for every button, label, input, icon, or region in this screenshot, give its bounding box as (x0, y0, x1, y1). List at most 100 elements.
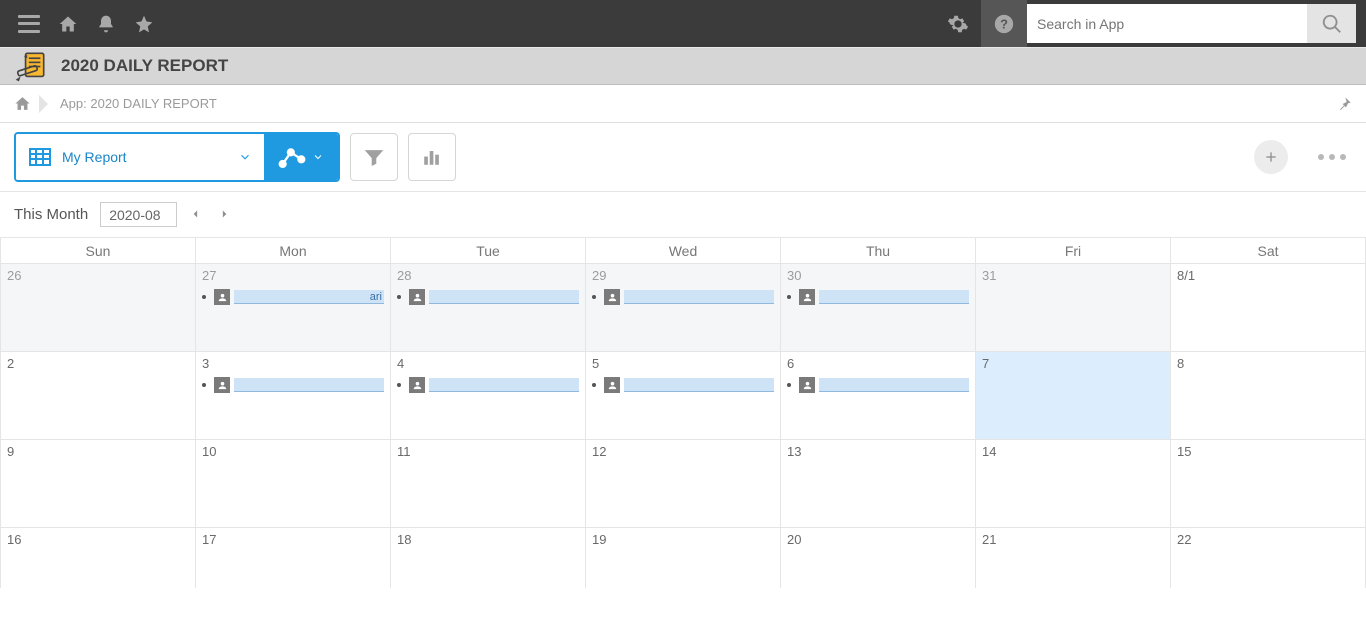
event-strip: ari (234, 290, 384, 304)
arrow-left-icon (189, 207, 203, 221)
pin-icon[interactable] (1336, 96, 1352, 112)
calendar-cell[interactable]: 20 (781, 528, 976, 588)
next-month-button[interactable] (217, 207, 233, 223)
person-icon (409, 289, 425, 305)
calendar-cell[interactable]: 15 (1171, 440, 1366, 528)
graph-icon (278, 143, 306, 171)
calendar-day-number: 14 (982, 444, 1164, 459)
home-icon[interactable] (58, 14, 78, 34)
breadcrumb-label: App: 2020 DAILY REPORT (60, 96, 217, 111)
calendar-cell[interactable]: 4 (391, 352, 586, 440)
help-button[interactable]: ? (981, 0, 1027, 47)
calendar-day-number: 15 (1177, 444, 1359, 459)
calendar-cell[interactable]: 10 (196, 440, 391, 528)
dot-icon (1318, 154, 1324, 160)
gear-icon (947, 13, 969, 35)
calendar-day-number: 2 (7, 356, 189, 371)
calendar-cell[interactable]: 8/1 (1171, 264, 1366, 352)
calendar-day-number: 20 (787, 532, 969, 547)
calendar-row: 2345678 (0, 352, 1366, 440)
calendar-cell[interactable]: 26 (0, 264, 196, 352)
calendar-cell[interactable]: 6 (781, 352, 976, 440)
calendar-row: 26 27 ari 28 293031 8/1 (0, 264, 1366, 352)
calendar-event[interactable] (592, 377, 774, 393)
view-label: My Report (62, 149, 228, 165)
calendar-cell[interactable]: 13 (781, 440, 976, 528)
calendar-cell[interactable]: 7 (976, 352, 1171, 440)
calendar-event[interactable] (202, 377, 384, 393)
calendar-cell[interactable]: 16 (0, 528, 196, 588)
calendar-day-number: 8 (1177, 356, 1359, 371)
arrow-right-icon (217, 207, 231, 221)
calendar-day-number: 7 (982, 356, 1164, 371)
app-titlebar: 2020 DAILY REPORT (0, 47, 1366, 85)
calendar-cell[interactable]: 30 (781, 264, 976, 352)
calendar-event[interactable] (397, 289, 579, 305)
person-icon (799, 377, 815, 393)
breadcrumb-separator-icon (39, 95, 48, 113)
bullet-icon (592, 383, 596, 387)
bullet-icon (202, 295, 206, 299)
month-input[interactable] (100, 202, 177, 227)
bell-icon[interactable] (96, 14, 116, 34)
calendar-cell[interactable]: 9 (0, 440, 196, 528)
calendar-cell[interactable]: 28 (391, 264, 586, 352)
settings-button[interactable] (935, 0, 981, 47)
dot-icon (1329, 154, 1335, 160)
menu-icon[interactable] (18, 15, 40, 33)
filter-button[interactable] (350, 133, 398, 181)
calendar-cell[interactable]: 29 (586, 264, 781, 352)
calendar-cell[interactable]: 31 (976, 264, 1171, 352)
calendar-cell[interactable]: 17 (196, 528, 391, 588)
view-dropdown[interactable]: My Report (16, 134, 264, 180)
event-strip (429, 290, 579, 304)
svg-text:?: ? (1000, 16, 1008, 31)
view-selector: My Report (14, 132, 340, 182)
search-input[interactable] (1037, 6, 1307, 42)
breadcrumb: App: 2020 DAILY REPORT (0, 85, 1366, 123)
graph-view-button[interactable] (264, 134, 338, 180)
calendar-day-number: 8/1 (1177, 268, 1359, 283)
calendar-day-number: 5 (592, 356, 774, 371)
event-strip (819, 290, 969, 304)
calendar-cell[interactable]: 12 (586, 440, 781, 528)
more-button[interactable] (1312, 148, 1352, 166)
calendar-cell[interactable]: 8 (1171, 352, 1366, 440)
search-button[interactable] (1307, 4, 1356, 43)
add-button[interactable] (1254, 140, 1288, 174)
calendar-event[interactable] (397, 377, 579, 393)
person-icon (604, 377, 620, 393)
calendar-day-header: Wed (586, 238, 781, 264)
calendar-day-number: 22 (1177, 532, 1359, 547)
calendar-cell[interactable]: 5 (586, 352, 781, 440)
prev-month-button[interactable] (189, 207, 205, 223)
calendar-day-number: 18 (397, 532, 579, 547)
star-icon[interactable] (134, 14, 154, 34)
calendar-cell[interactable]: 3 (196, 352, 391, 440)
calendar-cell[interactable]: 18 (391, 528, 586, 588)
chart-button[interactable] (408, 133, 456, 181)
calendar-day-number: 19 (592, 532, 774, 547)
calendar-cell[interactable]: 11 (391, 440, 586, 528)
calendar-cell[interactable]: 19 (586, 528, 781, 588)
person-icon (214, 377, 230, 393)
calendar-day-number: 3 (202, 356, 384, 371)
calendar-day-number: 28 (397, 268, 579, 283)
calendar-cell[interactable]: 14 (976, 440, 1171, 528)
person-icon (409, 377, 425, 393)
calendar-cell[interactable]: 22 (1171, 528, 1366, 588)
calendar-cell[interactable]: 27 ari (196, 264, 391, 352)
calendar-event[interactable] (787, 377, 969, 393)
calendar-day-number: 27 (202, 268, 384, 283)
dot-icon (1340, 154, 1346, 160)
calendar-day-number: 21 (982, 532, 1164, 547)
calendar-cell[interactable]: 2 (0, 352, 196, 440)
calendar-day-number: 6 (787, 356, 969, 371)
calendar-event[interactable] (592, 289, 774, 305)
calendar-cell[interactable]: 21 (976, 528, 1171, 588)
bullet-icon (787, 295, 791, 299)
breadcrumb-home-icon[interactable] (14, 95, 31, 112)
calendar-event[interactable]: ari (202, 289, 384, 305)
bullet-icon (397, 295, 401, 299)
calendar-event[interactable] (787, 289, 969, 305)
